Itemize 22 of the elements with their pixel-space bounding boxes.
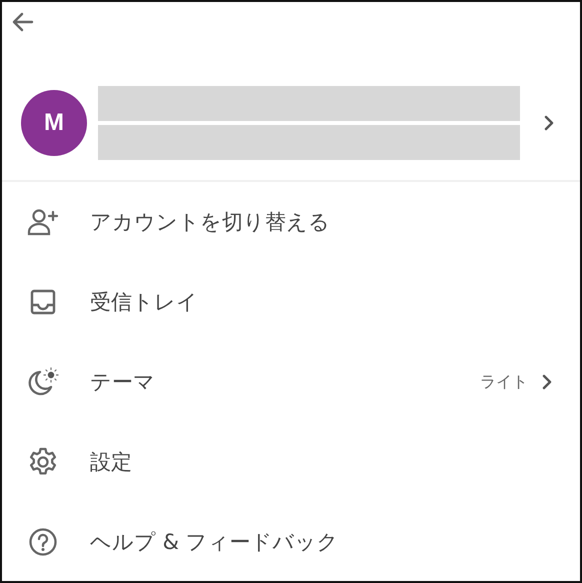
settings-icon — [28, 447, 58, 477]
back-arrow-icon — [12, 12, 34, 32]
help-icon — [28, 527, 58, 557]
menu-item-label: テーマ — [90, 369, 155, 396]
menu-item-label: 設定 — [90, 449, 132, 476]
menu-item-label: アカウントを切り替える — [90, 209, 330, 236]
avatar[interactable]: M — [21, 90, 87, 156]
avatar-initial: M — [44, 109, 64, 137]
menu-item[interactable]: ヘルプ & フィードバック — [2, 502, 580, 581]
menu-item[interactable]: 受信トレイ — [2, 262, 580, 342]
menu-item-label: ヘルプ & フィードバック — [90, 529, 339, 556]
menu-item-label: 受信トレイ — [90, 289, 198, 316]
inbox-icon — [29, 288, 57, 316]
moon-sun-icon — [27, 367, 59, 397]
menu-item[interactable]: アカウントを切り替える — [2, 182, 580, 262]
chevron-right-icon — [544, 115, 554, 131]
theme-value: ライト — [480, 372, 528, 392]
menu-item[interactable]: テーマ ライト — [2, 342, 580, 422]
person-add-icon — [27, 208, 59, 236]
back-button[interactable] — [12, 12, 34, 32]
chevron-right-icon — [542, 374, 552, 390]
menu-item[interactable]: 設定 — [2, 422, 580, 502]
